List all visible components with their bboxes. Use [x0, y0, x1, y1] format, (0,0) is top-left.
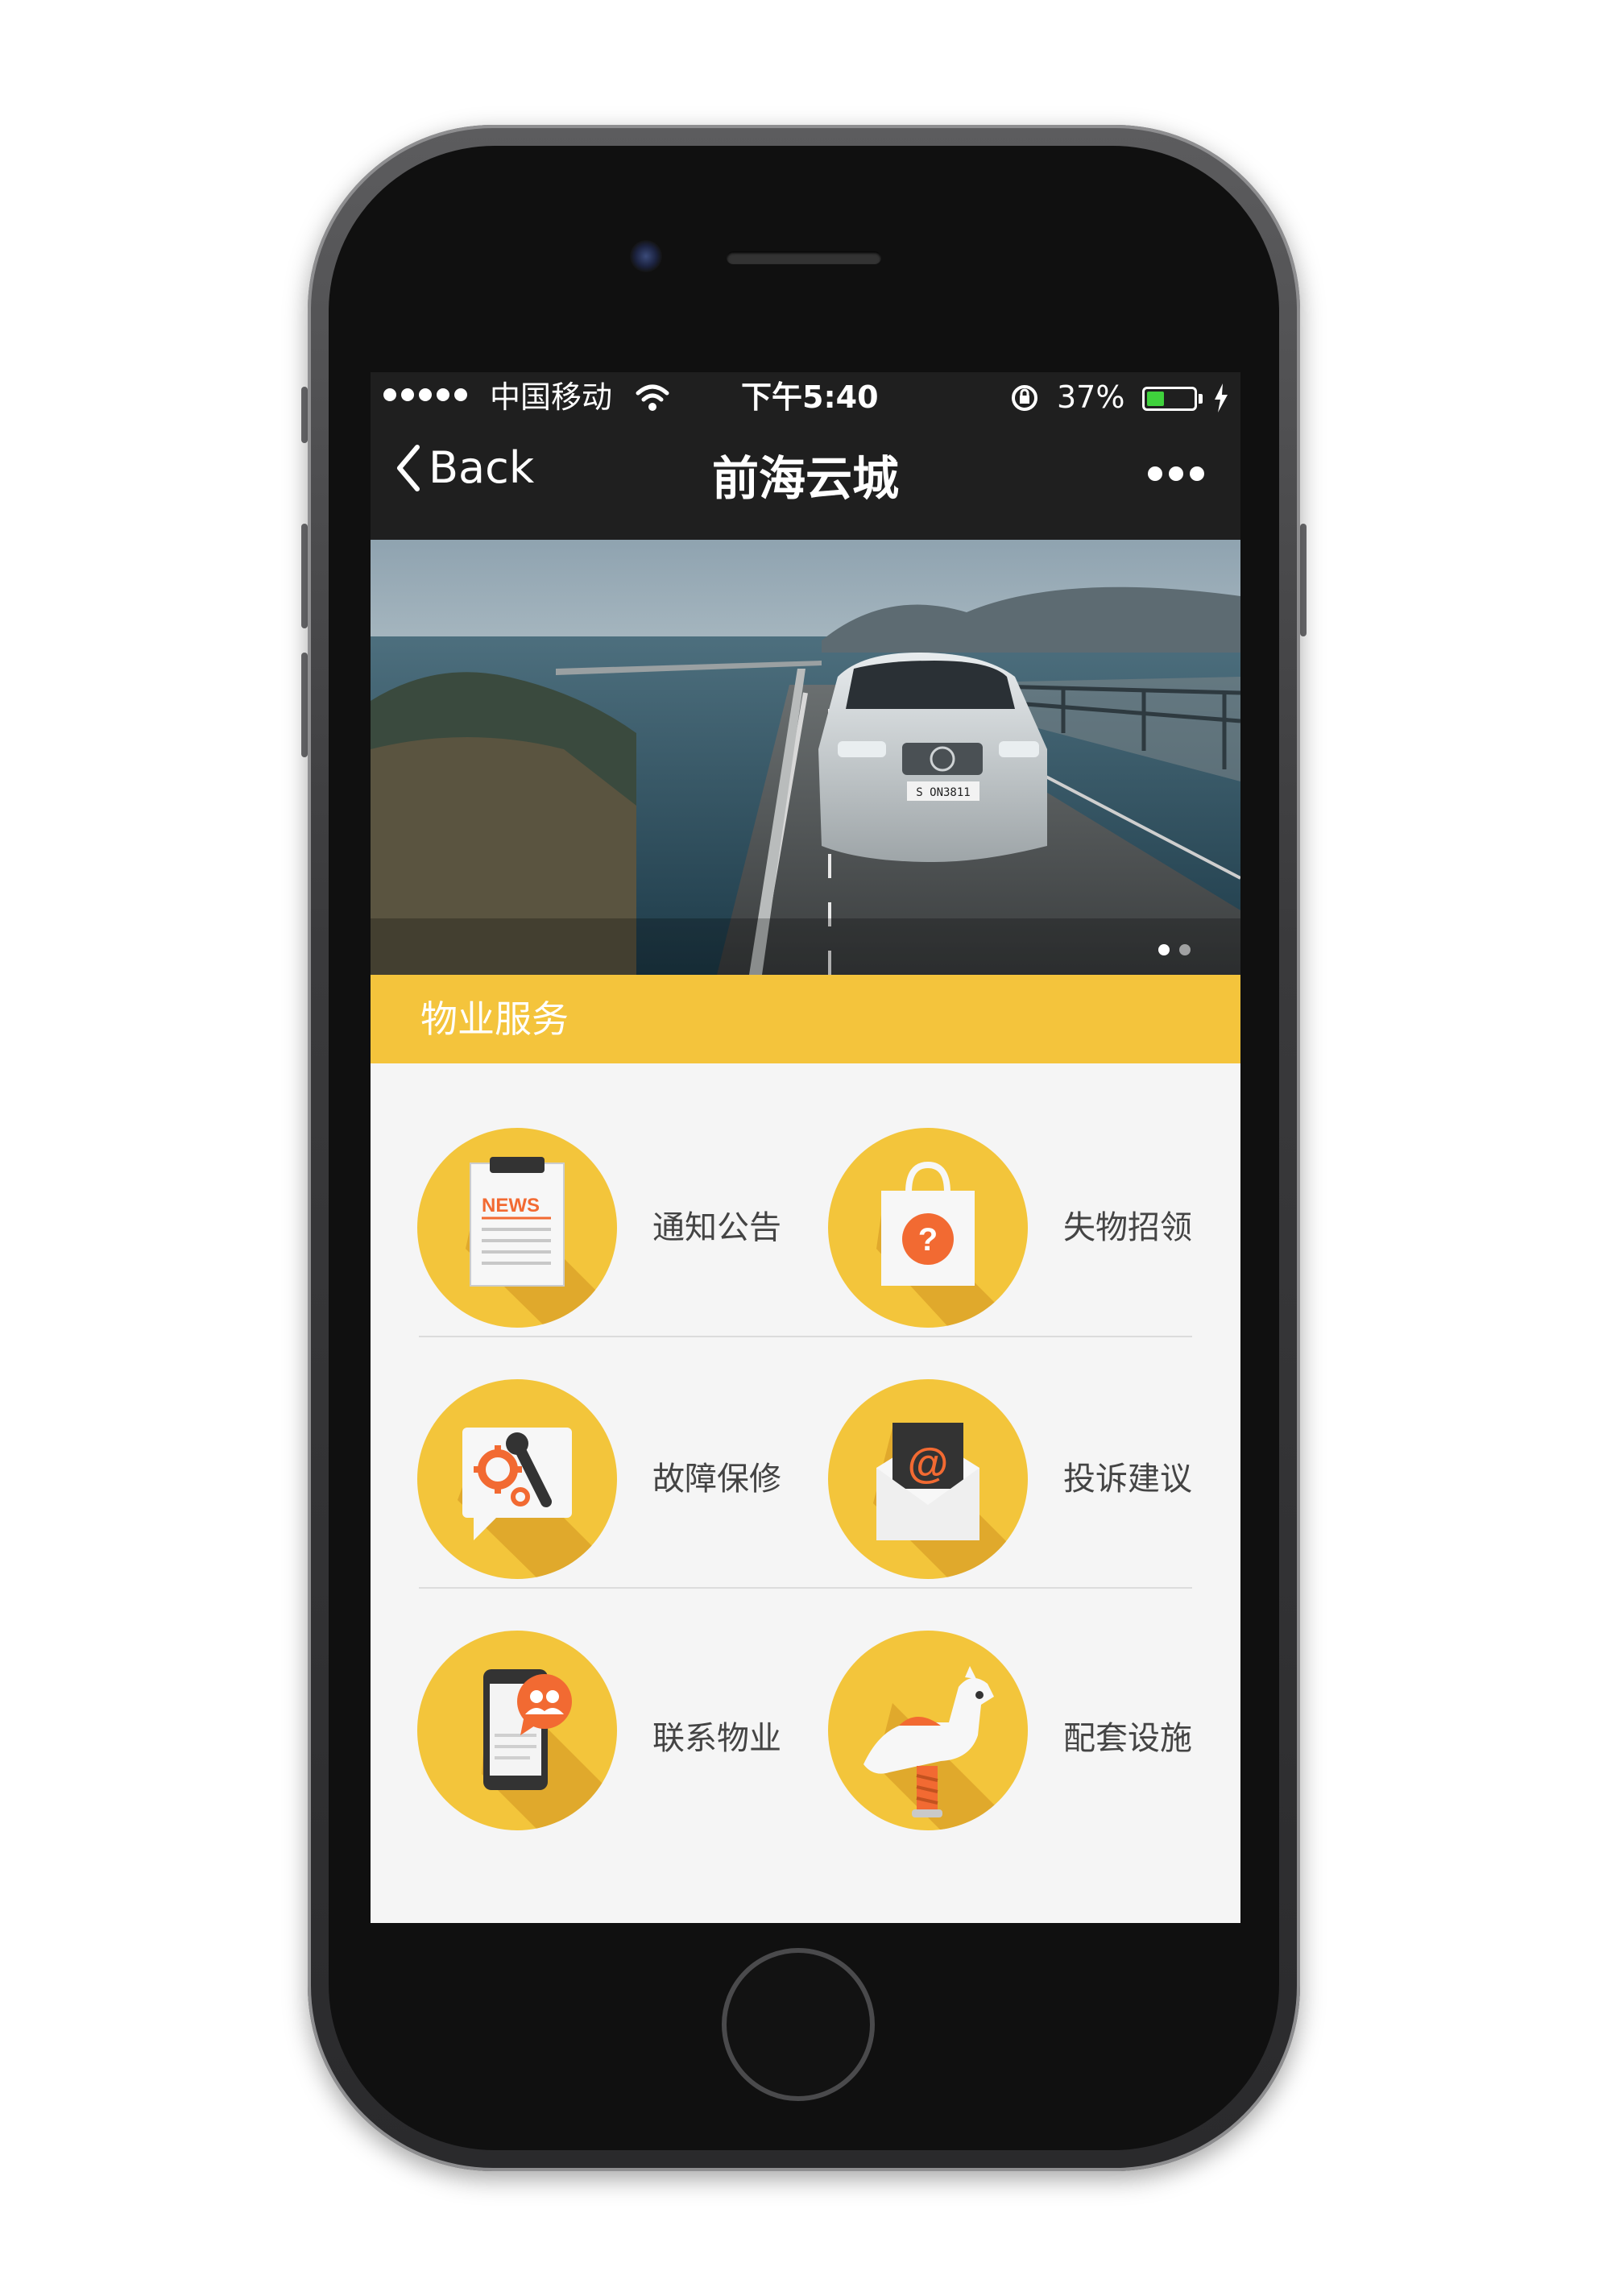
phone-contacts-icon: [417, 1631, 617, 1830]
volume-up-button: [301, 524, 308, 628]
service-tile-lost-found[interactable]: ? 失物招领: [828, 1105, 1231, 1347]
status-bar: 中国移动 下午5:40 37%: [371, 372, 1240, 422]
signal-strength-icon: [383, 388, 467, 401]
question-text: ?: [918, 1222, 938, 1258]
banner-carousel[interactable]: S ON3811: [371, 540, 1240, 975]
service-tile-complaints[interactable]: @ 投诉建议: [828, 1357, 1231, 1598]
dot-icon: [1148, 466, 1162, 481]
earpiece-speaker: [727, 251, 881, 264]
front-camera: [630, 240, 662, 272]
carrier-name: 中国移动: [490, 379, 613, 415]
service-label: 配套设施: [1063, 1720, 1192, 1757]
row-divider: [419, 1336, 1192, 1337]
news-clipboard-icon: NEWS: [417, 1128, 617, 1328]
dot-icon: [1169, 466, 1183, 481]
pager-dot[interactable]: [1179, 944, 1191, 955]
service-label: 投诉建议: [1063, 1461, 1192, 1498]
service-label: 失物招领: [1063, 1209, 1192, 1246]
more-options-button[interactable]: [1148, 466, 1204, 481]
volume-down-button: [301, 653, 308, 757]
page-title: 前海云城: [711, 451, 899, 506]
power-button: [1300, 524, 1307, 636]
app-screen: 中国移动 下午5:40 37% Back 前海云城 S ON3811 物业服务 …: [371, 372, 1240, 1923]
rocking-horse-icon: [828, 1631, 1028, 1830]
home-button[interactable]: [722, 1948, 875, 2101]
row-divider: [419, 1587, 1192, 1589]
gear-wrench-icon: [417, 1379, 617, 1579]
section-header: 物业服务: [371, 975, 1240, 1063]
service-label: 通知公告: [652, 1209, 781, 1246]
at-text: @: [908, 1440, 949, 1487]
service-tile-contact[interactable]: 联系物业: [417, 1608, 820, 1850]
question-bag-icon: ?: [828, 1128, 1028, 1328]
service-tile-facilities[interactable]: 配套设施: [828, 1608, 1231, 1850]
pager-dot-active[interactable]: [1158, 944, 1170, 955]
car-bridge-photo: S ON3811: [371, 540, 1240, 975]
service-tile-notices[interactable]: NEWS 通知公告: [417, 1105, 820, 1347]
at-envelope-icon: @: [828, 1379, 1028, 1579]
section-title: 物业服务: [420, 997, 569, 1041]
battery-tip: [1199, 394, 1203, 404]
mute-switch: [301, 387, 308, 443]
service-label: 故障保修: [652, 1461, 781, 1498]
news-text: NEWS: [482, 1195, 540, 1216]
service-grid: NEWS 通知公告 ? 失物招领 故障保修 @ 投诉建议 联系物业 配套设施: [371, 1063, 1240, 1923]
license-plate-text: S ON3811: [916, 786, 970, 799]
battery-percent: 37%: [1057, 379, 1125, 415]
clock: 下午5:40: [741, 379, 879, 415]
navigation-bar: Back 前海云城: [371, 422, 1240, 540]
service-tile-repairs[interactable]: 故障保修: [417, 1357, 820, 1598]
rotation-lock-icon: [1012, 385, 1037, 411]
wifi-icon: [636, 384, 669, 411]
service-label: 联系物业: [652, 1720, 781, 1757]
battery-icon: [1142, 387, 1197, 411]
carousel-pager[interactable]: [1158, 944, 1191, 955]
dot-icon: [1190, 466, 1204, 481]
charging-bolt-icon: [1215, 383, 1228, 412]
